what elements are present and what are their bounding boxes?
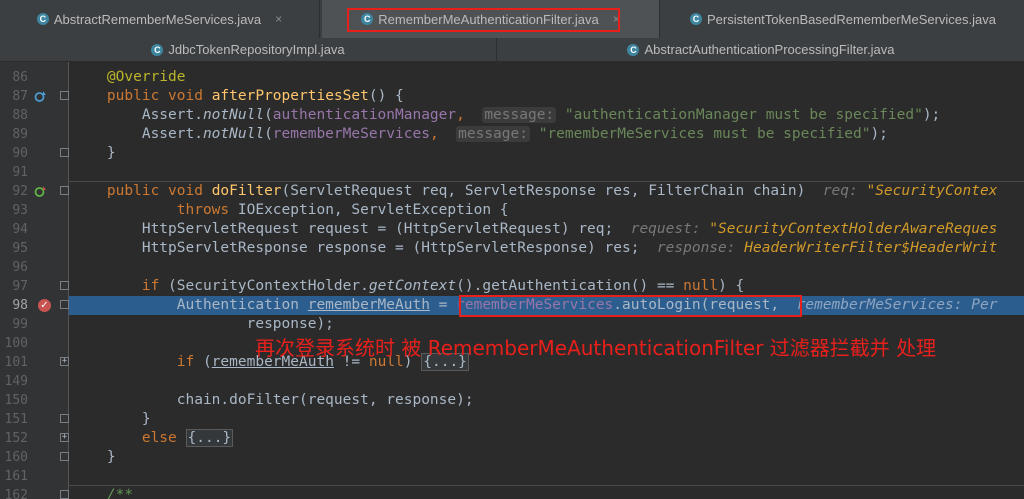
fold-toggle-icon[interactable] — [60, 281, 69, 290]
code-line[interactable]: 151 } — [0, 410, 1024, 429]
code-line[interactable]: 94 HttpServletRequest request = (HttpSer… — [0, 220, 1024, 239]
line-number: 101 — [4, 355, 28, 370]
code-text: public void doFilter(ServletRequest req,… — [106, 183, 998, 199]
line-number: 88 — [12, 108, 28, 123]
code-text: if (SecurityContextHolder.getContext().g… — [141, 278, 745, 294]
fold-expand-icon[interactable]: + — [60, 357, 69, 366]
tab-label: JdbcTokenRepositoryImpl.java — [168, 42, 345, 57]
code-line[interactable]: 162 /** — [0, 486, 1024, 499]
line-number: 87 — [12, 89, 28, 104]
line-number: 152 — [4, 431, 28, 446]
code-line[interactable]: 161 — [0, 467, 1024, 486]
line-number: 89 — [12, 127, 28, 142]
line-number: 92 — [12, 184, 28, 199]
line-number: 86 — [12, 70, 28, 85]
tab-persistent-token-based-remember-me-services[interactable]: C PersistentTokenBasedRememberMeServices… — [662, 0, 1024, 38]
code-text: HttpServletResponse response = (HttpServ… — [141, 240, 998, 256]
code-text: else {...} — [141, 429, 234, 447]
parameter-hint: message: — [456, 126, 530, 142]
tab-jdbc-token-repository-impl[interactable]: C JdbcTokenRepositoryImpl.java — [0, 38, 497, 61]
fold-toggle-icon[interactable] — [60, 490, 69, 499]
line-number: 151 — [4, 412, 28, 427]
annotation-note: 再次登录系统时 被 RememberMeAuthenticationFilter… — [255, 336, 937, 360]
line-number: 162 — [4, 488, 28, 499]
fold-toggle-icon[interactable] — [60, 186, 69, 195]
code-text: } — [106, 145, 116, 161]
line-number: 95 — [12, 241, 28, 256]
line-number: 94 — [12, 222, 28, 237]
class-file-icon: C — [689, 13, 702, 25]
line-number: 99 — [12, 317, 28, 332]
tab-label: PersistentTokenBasedRememberMeServices.j… — [706, 11, 996, 27]
class-file-icon: C — [361, 13, 374, 25]
code-text: throws IOException, ServletException { — [176, 202, 509, 218]
code-text: @Override — [106, 69, 186, 85]
line-number: 149 — [4, 374, 28, 389]
code-text: Authentication rememberMeAuth = remember… — [176, 297, 998, 313]
tab-abstract-remember-me-services[interactable]: C AbstractRememberMeServices.java × — [0, 0, 320, 38]
tab-remember-me-authentication-filter[interactable]: C RememberMeAuthenticationFilter.java × — [322, 0, 660, 38]
code-line[interactable]: 97 if (SecurityContextHolder.getContext(… — [0, 277, 1024, 296]
code-text: HttpServletRequest request = (HttpServle… — [141, 221, 998, 237]
line-number: 97 — [12, 279, 28, 294]
fold-toggle-icon[interactable] — [60, 300, 69, 309]
line-number: 93 — [12, 203, 28, 218]
line-number: 100 — [4, 336, 28, 351]
override-marker-icon[interactable] — [34, 90, 47, 103]
code-text: } — [106, 449, 116, 465]
tab-label: AbstractRememberMeServices.java — [53, 11, 262, 27]
fold-toggle-icon[interactable] — [60, 91, 69, 100]
code-text: public void afterPropertiesSet() { — [106, 88, 404, 104]
line-number: 91 — [12, 165, 28, 180]
code-line[interactable]: 87 public void afterPropertiesSet() { — [0, 87, 1024, 106]
tab-abstract-authentication-processing-filter[interactable]: C AbstractAuthenticationProcessingFilter… — [498, 38, 1024, 61]
class-file-icon: C — [151, 43, 164, 56]
code-text: /** — [106, 487, 134, 499]
fold-end-icon[interactable] — [60, 148, 69, 157]
line-number: 96 — [12, 260, 28, 275]
code-text: Assert.notNull(authenticationManager, me… — [141, 107, 941, 123]
code-text: chain.doFilter(request, response); — [176, 392, 474, 408]
class-file-icon: C — [36, 13, 49, 25]
code-line-current[interactable]: 98 Authentication rememberMeAuth = remem… — [0, 296, 1024, 315]
folded-code-block[interactable]: {...} — [185, 429, 234, 447]
code-text: Assert.notNull(rememberMeServices, messa… — [141, 126, 888, 142]
code-editor[interactable]: 86 @Override 87 public void afterPropert… — [0, 62, 1024, 499]
code-line[interactable]: 149 — [0, 372, 1024, 391]
code-line[interactable]: 86 @Override — [0, 68, 1024, 87]
class-file-icon: C — [627, 43, 640, 56]
code-line[interactable]: 96 — [0, 258, 1024, 277]
tab-label: AbstractAuthenticationProcessingFilter.j… — [644, 42, 895, 57]
code-line[interactable]: 91 — [0, 163, 1024, 182]
line-number: 161 — [4, 469, 28, 484]
tab-label: RememberMeAuthenticationFilter.java — [378, 11, 599, 27]
line-number: 98 — [12, 298, 28, 313]
parameter-hint: message: — [482, 107, 557, 123]
line-number: 150 — [4, 393, 28, 408]
code-line[interactable]: 150 chain.doFilter(request, response); — [0, 391, 1024, 410]
fold-expand-icon[interactable]: + — [60, 433, 69, 442]
code-line[interactable]: 152 + else {...} — [0, 429, 1024, 448]
code-line[interactable]: 88 Assert.notNull(authenticationManager,… — [0, 106, 1024, 125]
code-line[interactable]: 160 } — [0, 448, 1024, 467]
code-line[interactable]: 93 throws IOException, ServletException … — [0, 201, 1024, 220]
code-line[interactable]: 89 Assert.notNull(rememberMeServices, me… — [0, 125, 1024, 144]
line-number: 160 — [4, 450, 28, 465]
close-icon[interactable]: × — [613, 12, 620, 26]
line-number: 90 — [12, 146, 28, 161]
editor-tab-bar-row-2: C JdbcTokenRepositoryImpl.java C Abstrac… — [0, 38, 1024, 62]
close-icon[interactable]: × — [275, 12, 282, 26]
breakpoint-check-icon: ✓ — [40, 300, 49, 311]
fold-end-icon[interactable] — [60, 452, 69, 461]
implement-marker-icon[interactable] — [34, 185, 47, 198]
code-text: } — [141, 411, 151, 427]
editor-tab-bar-row-1: C AbstractRememberMeServices.java × C Re… — [0, 0, 1024, 39]
code-line[interactable]: 95 HttpServletResponse response = (HttpS… — [0, 239, 1024, 258]
code-line[interactable]: 92 public void doFilter(ServletRequest r… — [0, 182, 1024, 201]
fold-end-icon[interactable] — [60, 414, 69, 423]
code-line[interactable]: 90 } — [0, 144, 1024, 163]
